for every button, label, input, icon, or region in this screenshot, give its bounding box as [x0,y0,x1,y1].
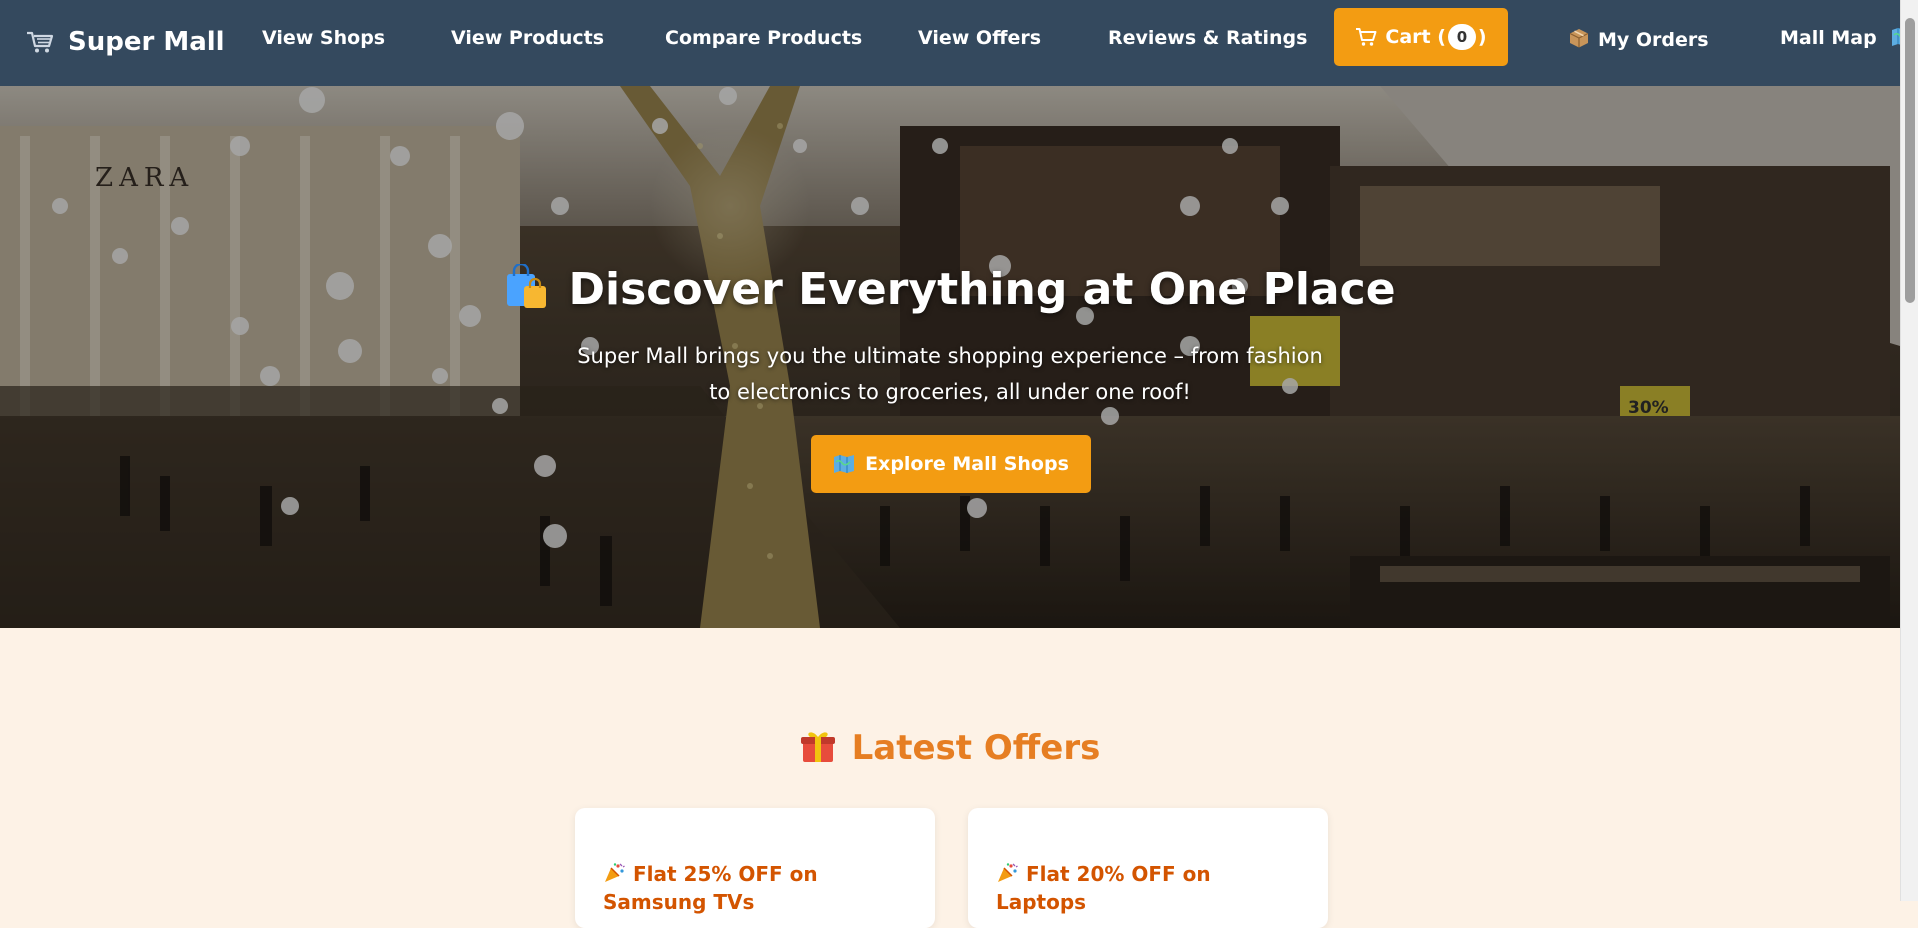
nav-reviews-ratings[interactable]: Reviews & Ratings [1108,27,1307,49]
nav-mall-map[interactable]: Mall Map [1780,27,1913,49]
map-icon [834,455,855,473]
offer-title: Flat 20% OFF on Laptops [996,860,1300,916]
nav-compare-products[interactable]: Compare Products [665,27,862,49]
offer-title: Flat 25% OFF on Samsung TVs [603,860,907,916]
explore-mall-shops-label: Explore Mall Shops [865,453,1069,475]
cart-label: Cart ( [1385,26,1446,48]
nav-view-shops[interactable]: View Shops [262,27,385,49]
offer-title-text: Flat 20% OFF on Laptops [996,862,1211,914]
hero-title: Discover Everything at One Place [0,264,1900,315]
nav-my-orders[interactable]: My Orders [1568,27,1709,51]
top-navbar: Super Mall View Shops View Products Comp… [0,0,1913,86]
nav-mall-map-label: Mall Map [1780,27,1877,49]
offer-card[interactable]: Flat 20% OFF on Laptops [968,808,1328,928]
explore-mall-shops-button[interactable]: Explore Mall Shops [811,435,1091,493]
shopping-bags-icon [507,264,547,308]
nav-my-orders-label: My Orders [1598,29,1709,51]
party-popper-icon [998,863,1018,882]
nav-view-offers[interactable]: View Offers [918,27,1041,49]
party-popper-icon [605,863,625,882]
offer-title-text: Flat 25% OFF on Samsung TVs [603,862,818,914]
offers-heading-text: Latest Offers [851,728,1101,768]
nav-view-products[interactable]: View Products [451,27,604,49]
cart-button[interactable]: Cart ( 0 ) [1334,8,1508,66]
scrollbar-thumb[interactable] [1905,18,1915,303]
hero-banner: ZARA 30% Discover Everything at One Plac… [0,86,1900,628]
shopping-cart-icon [27,31,54,53]
hero-subtitle: Super Mall brings you the ultimate shopp… [577,344,1323,404]
offer-card[interactable]: Flat 25% OFF on Samsung TVs [575,808,935,928]
brand-logo[interactable]: Super Mall [26,27,225,57]
package-icon [1569,29,1589,48]
cart-count-badge: 0 [1447,24,1476,50]
page-scrollbar[interactable] [1900,0,1918,901]
gift-icon [800,732,835,762]
offers-heading: Latest Offers [0,728,1900,768]
brand-name: Super Mall [68,27,225,57]
cart-icon [1356,28,1377,46]
cart-label-close: ) [1477,26,1487,48]
hero-title-text: Discover Everything at One Place [568,264,1396,315]
